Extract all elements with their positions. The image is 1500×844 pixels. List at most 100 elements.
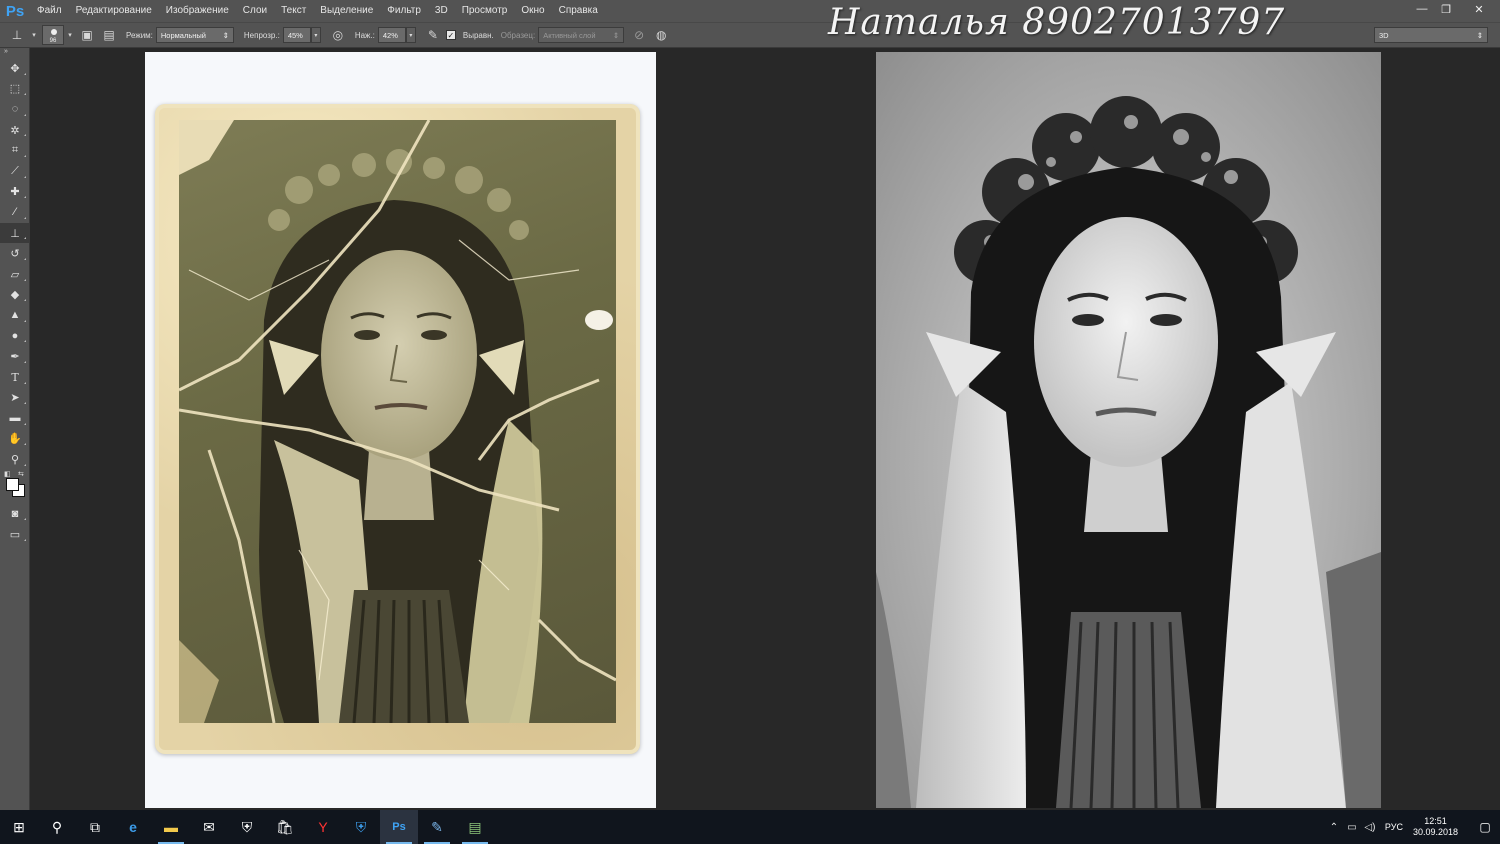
- damaged-photo-card: [155, 104, 640, 754]
- pen-tool-icon[interactable]: ✒: [0, 346, 30, 367]
- network-icon[interactable]: ▭: [1343, 822, 1361, 833]
- volume-icon[interactable]: ◁): [1361, 822, 1379, 833]
- mode-label: Режим:: [126, 30, 153, 40]
- chevron-updown-icon: ⇕: [222, 30, 229, 40]
- opacity-label: Непрозр.:: [243, 30, 280, 40]
- toolbox-grip[interactable]: »: [0, 48, 29, 58]
- chevron-down-icon[interactable]: ▾: [66, 26, 74, 44]
- eraser-tool-icon[interactable]: ▱: [0, 264, 30, 285]
- blur-tool-icon[interactable]: ▲: [0, 305, 30, 326]
- original-photo-document[interactable]: [145, 52, 656, 808]
- minimize-button[interactable]: —: [1410, 0, 1434, 18]
- pressure-size-icon[interactable]: ◍: [652, 26, 670, 44]
- rectangle-tool-icon[interactable]: ▬: [0, 408, 30, 429]
- restore-button[interactable]: ❐: [1434, 0, 1458, 18]
- clone-source-icon[interactable]: ▤: [100, 26, 118, 44]
- edge-browser-icon[interactable]: e: [114, 810, 152, 844]
- path-selection-tool-icon[interactable]: ➤: [0, 388, 30, 409]
- history-brush-tool-icon[interactable]: ↺: [0, 243, 30, 264]
- search-icon[interactable]: ⚲: [38, 810, 76, 844]
- sample-select[interactable]: Активный слой ⇕: [538, 27, 625, 43]
- task-view-icon[interactable]: ⧉: [76, 810, 114, 844]
- chevron-updown-icon: ⇕: [1476, 30, 1483, 40]
- color-swatches: ◧ ⇆: [0, 470, 29, 504]
- lasso-tool-icon[interactable]: ◌: [0, 99, 30, 120]
- zoom-tool-icon[interactable]: ⚲: [0, 449, 30, 470]
- system-tray: ⌃ ▭ ◁) РУС 12:51 30.09.2018 ▢: [1325, 810, 1500, 844]
- type-tool-icon[interactable]: T: [0, 367, 30, 388]
- chevron-down-icon[interactable]: ▾: [30, 26, 38, 44]
- language-indicator[interactable]: РУС: [1385, 822, 1403, 832]
- photoshop-window: Ps Файл Редактирование Изображение Слои …: [0, 0, 1500, 844]
- clone-stamp-preset-icon[interactable]: ⊥: [8, 26, 26, 44]
- security-app-icon[interactable]: ⛨: [342, 810, 380, 844]
- restored-photo-document[interactable]: [876, 52, 1381, 808]
- dodge-tool-icon[interactable]: ●: [0, 326, 30, 347]
- clock-date: 30.09.2018: [1412, 827, 1458, 837]
- close-button[interactable]: ✕: [1458, 0, 1500, 18]
- clock[interactable]: 12:51 30.09.2018: [1413, 816, 1458, 838]
- airbrush-icon[interactable]: ✎: [424, 26, 442, 44]
- paint-bucket-tool-icon[interactable]: ◆: [0, 285, 30, 306]
- healing-brush-tool-icon[interactable]: ✚: [0, 182, 30, 203]
- menu-filter[interactable]: Фильтр: [380, 0, 428, 22]
- file-explorer-icon[interactable]: ▬: [152, 810, 190, 844]
- toolbox: » ✥ ⬚ ◌ ✲ ⌗ ⟋ ✚ ⁄ ⊥ ↺ ▱ ◆ ▲ ● ✒ T ➤ ▬ ✋ …: [0, 48, 30, 810]
- yandex-browser-icon[interactable]: Y: [304, 810, 342, 844]
- workspace-select[interactable]: 3D ⇕: [1374, 27, 1488, 43]
- pressure-opacity-icon[interactable]: ◎: [329, 26, 347, 44]
- flow-label: Наж.:: [354, 30, 375, 40]
- menu-image[interactable]: Изображение: [159, 0, 236, 22]
- chevron-up-icon[interactable]: ⌃: [1325, 822, 1343, 833]
- menu-file[interactable]: Файл: [30, 0, 69, 22]
- eyedropper-tool-icon[interactable]: ⟋: [0, 161, 30, 182]
- window-controls: — ❐ ✕: [1410, 0, 1500, 18]
- aligned-checkbox[interactable]: ✓: [445, 30, 456, 40]
- windows-taskbar: ⊞ ⚲ ⧉ e ▬ ✉ ⛨ 🛍 Y ⛨ Ps ✎ ▤ ⌃ ▭ ◁) РУС 12…: [0, 810, 1500, 844]
- default-colors-icon[interactable]: ◧: [4, 470, 11, 478]
- crop-tool-icon[interactable]: ⌗: [0, 140, 30, 161]
- photoshop-logo: Ps: [5, 2, 25, 20]
- menu-layers[interactable]: Слои: [236, 0, 274, 22]
- screen-mode-icon[interactable]: ▭: [0, 524, 30, 545]
- brush-panel-icon[interactable]: ▣: [78, 26, 96, 44]
- flow-field[interactable]: 42%: [377, 27, 406, 43]
- menu-window[interactable]: Окно: [514, 0, 551, 22]
- quick-mask-icon[interactable]: ◙: [0, 504, 30, 525]
- brush-size-preview[interactable]: 96: [42, 25, 64, 45]
- notifications-icon[interactable]: ▢: [1470, 820, 1500, 834]
- mail-icon[interactable]: ✉: [190, 810, 228, 844]
- foreground-color-swatch[interactable]: [6, 477, 19, 491]
- damaged-portrait-drawing: [179, 120, 616, 723]
- magic-wand-tool-icon[interactable]: ✲: [0, 120, 30, 141]
- menu-edit[interactable]: Редактирование: [69, 0, 159, 22]
- menu-help[interactable]: Справка: [552, 0, 605, 22]
- mode-value: Нормальный: [160, 30, 206, 40]
- windows-start-icon[interactable]: ⊞: [0, 810, 38, 844]
- flow-dropdown[interactable]: ▾: [405, 27, 416, 43]
- opacity-field[interactable]: 45%: [282, 27, 311, 43]
- windows-defender-icon[interactable]: ⛨: [228, 810, 266, 844]
- sample-label: Образец:: [500, 30, 536, 40]
- brush-tool-icon[interactable]: ⁄: [0, 202, 30, 223]
- mode-select[interactable]: Нормальный ⇕: [155, 27, 234, 43]
- opacity-dropdown[interactable]: ▾: [310, 27, 321, 43]
- hand-tool-icon[interactable]: ✋: [0, 429, 30, 450]
- restored-portrait: [876, 52, 1381, 808]
- menu-3d[interactable]: 3D: [428, 0, 455, 22]
- ignore-adjustment-layers-icon[interactable]: ⊘: [630, 26, 648, 44]
- marquee-tool-icon[interactable]: ⬚: [0, 79, 30, 100]
- menu-view[interactable]: Просмотр: [455, 0, 515, 22]
- canvas-area[interactable]: [31, 48, 1500, 810]
- photoshop-taskbar-icon[interactable]: Ps: [380, 810, 418, 844]
- files-app-icon[interactable]: ▤: [456, 810, 494, 844]
- swap-colors-icon[interactable]: ⇆: [18, 470, 24, 478]
- brush-size-value: 96: [49, 38, 57, 44]
- aligned-label: Выравн.: [462, 30, 494, 40]
- store-icon[interactable]: 🛍: [266, 810, 304, 844]
- clone-stamp-tool-icon[interactable]: ⊥: [0, 222, 30, 244]
- move-tool-icon[interactable]: ✥: [0, 58, 30, 79]
- editor-app-icon[interactable]: ✎: [418, 810, 456, 844]
- menu-text[interactable]: Текст: [274, 0, 313, 22]
- menu-select[interactable]: Выделение: [313, 0, 380, 22]
